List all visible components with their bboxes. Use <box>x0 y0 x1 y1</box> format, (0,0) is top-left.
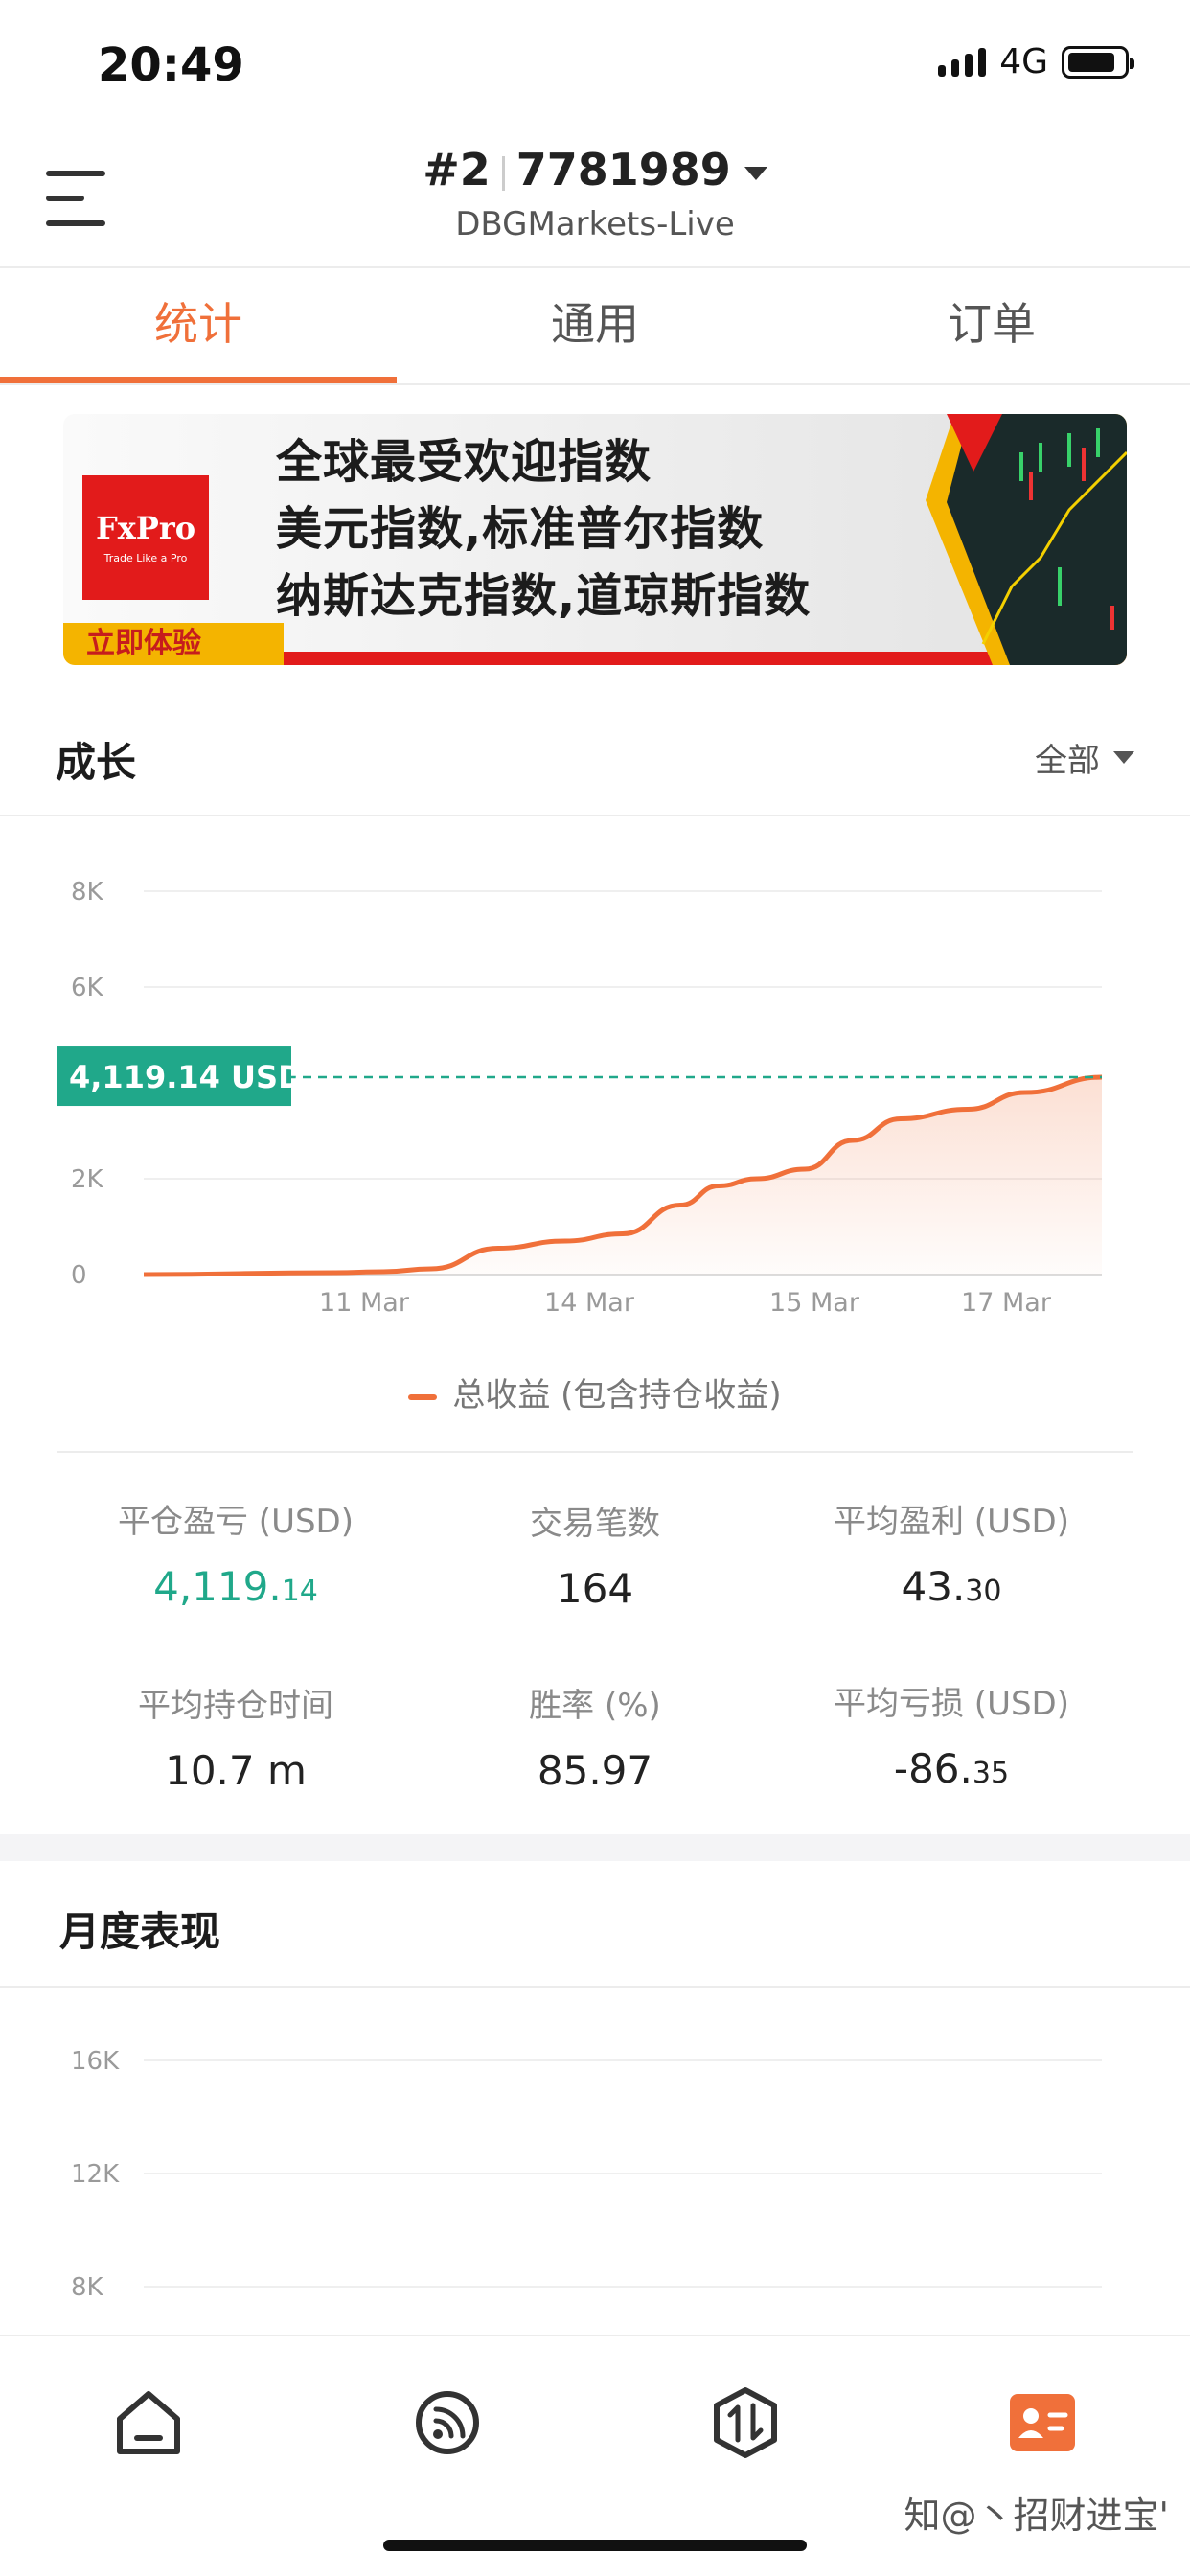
banner-chart-art <box>926 414 1127 665</box>
status-time: 20:49 <box>98 38 244 92</box>
active-tab-indicator <box>0 377 397 383</box>
status-icons: 4G <box>938 42 1134 81</box>
battery-icon <box>1062 45 1134 79</box>
stat-avg-loss: 平均亏损 (USD) -86.35 <box>834 1685 1069 1792</box>
divider <box>0 383 1190 385</box>
y-tick-label: 6K <box>71 974 104 1002</box>
tab-statistics[interactable]: 统计 <box>0 289 397 353</box>
home-indicator <box>383 2540 807 2551</box>
account-index: #2 <box>423 144 491 196</box>
monthly-chart: 16K 12K 8K <box>71 2047 1102 2302</box>
account-selector[interactable]: #2 7781989 <box>0 144 1190 196</box>
x-tick-label: 14 Mar <box>544 1288 635 1318</box>
tab-general[interactable]: 通用 <box>397 289 793 353</box>
banner-cta-button[interactable]: 立即体验 <box>63 623 284 665</box>
period-filter-label: 全部 <box>1035 742 1100 780</box>
bottom-nav <box>0 2334 1190 2499</box>
stat-win-rate: 胜率 (%) 85.97 <box>529 1687 661 1794</box>
x-tick-label: 15 Mar <box>769 1288 860 1318</box>
home-icon[interactable] <box>110 2384 187 2461</box>
stat-avg-hold-time: 平均持仓时间 10.7 m <box>138 1687 333 1794</box>
y-tick-label: 8K <box>71 2273 104 2302</box>
y-tick-label: 0 <box>71 1261 87 1290</box>
y-tick-label: 12K <box>71 2160 120 2189</box>
account-number: 7781989 <box>515 144 731 196</box>
growth-chart: 0 2K 6K 8K 11 Mar 14 Mar 15 Mar 17 Mar 4,119.1… <box>57 878 1103 1318</box>
current-value-label: 4,119.14 USD <box>69 1059 304 1095</box>
profile-card-icon[interactable] <box>1004 2384 1081 2461</box>
legend-swatch <box>408 1393 438 1400</box>
period-filter[interactable]: 全部 <box>1035 734 1134 781</box>
y-tick-label: 2K <box>71 1165 104 1194</box>
chart-legend: 总收益 (包含持仓收益) <box>0 1368 1190 1415</box>
stat-avg-profit: 平均盈利 (USD) 43.30 <box>834 1503 1069 1610</box>
trade-icon[interactable] <box>707 2384 784 2461</box>
section-gap <box>0 1834 1190 1861</box>
divider <box>0 266 1190 268</box>
banner-line: 美元指数,标准普尔指数 <box>276 502 765 556</box>
chevron-down-icon <box>1113 751 1134 764</box>
x-tick-label: 17 Mar <box>961 1288 1052 1318</box>
ad-banner[interactable]: FxPro Trade Like a Pro 全球最受欢迎指数 美元指数,标准普… <box>63 414 1127 665</box>
server-name: DBGMarkets-Live <box>455 205 735 243</box>
stat-trade-count: 交易笔数 164 <box>530 1505 660 1612</box>
divider <box>0 1986 1190 1988</box>
legend-label: 总收益 (包含持仓收益) <box>452 1376 782 1414</box>
growth-area <box>144 1077 1102 1275</box>
growth-title: 成长 <box>56 739 137 786</box>
brand-logo: FxPro Trade Like a Pro <box>82 475 209 600</box>
chevron-down-icon <box>744 166 767 180</box>
signal-feed-icon[interactable] <box>409 2384 486 2461</box>
stat-closed-pnl: 平仓盈亏 (USD) 4,119.14 <box>118 1503 354 1610</box>
monthly-title: 月度表现 <box>59 1908 221 1955</box>
signal-icon <box>938 47 987 77</box>
tab-orders[interactable]: 订单 <box>793 289 1190 353</box>
banner-line: 全球最受欢迎指数 <box>276 435 652 489</box>
x-tick-label: 11 Mar <box>319 1288 410 1318</box>
network-type: 4G <box>999 42 1048 81</box>
watermark: 知@丶招财进宝' <box>904 2495 1169 2537</box>
divider <box>0 815 1190 816</box>
banner-line: 纳斯达克指数,道琼斯指数 <box>276 569 812 623</box>
divider <box>57 1451 1133 1453</box>
y-tick-label: 16K <box>71 2047 120 2076</box>
y-tick-label: 8K <box>71 878 104 907</box>
